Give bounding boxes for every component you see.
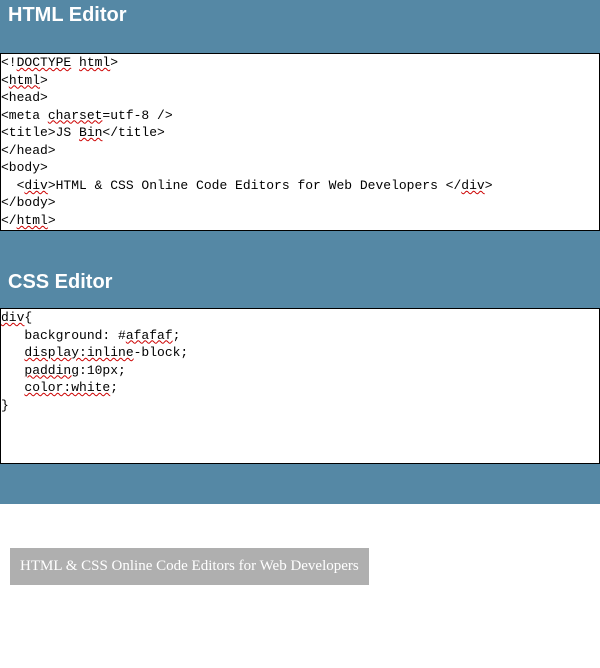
- css-editor-container: div{ background: #afafaf; display:inline…: [0, 308, 600, 464]
- html-editor-container: <!DOCTYPE html> <html> <head> <meta char…: [0, 53, 600, 231]
- css-editor-textarea[interactable]: div{ background: #afafaf; display:inline…: [1, 309, 599, 414]
- html-editor-header: HTML Editor: [0, 0, 600, 53]
- white-spacer: [0, 504, 600, 538]
- html-editor-textarea[interactable]: <!DOCTYPE html> <html> <head> <meta char…: [1, 54, 599, 229]
- output-preview: HTML & CSS Online Code Editors for Web D…: [0, 538, 600, 638]
- css-editor-title: CSS Editor: [8, 271, 112, 293]
- css-editor-header: CSS Editor: [0, 231, 600, 308]
- output-div: HTML & CSS Online Code Editors for Web D…: [10, 548, 369, 585]
- html-editor-title: HTML Editor: [8, 4, 127, 26]
- blue-spacer: [0, 464, 600, 504]
